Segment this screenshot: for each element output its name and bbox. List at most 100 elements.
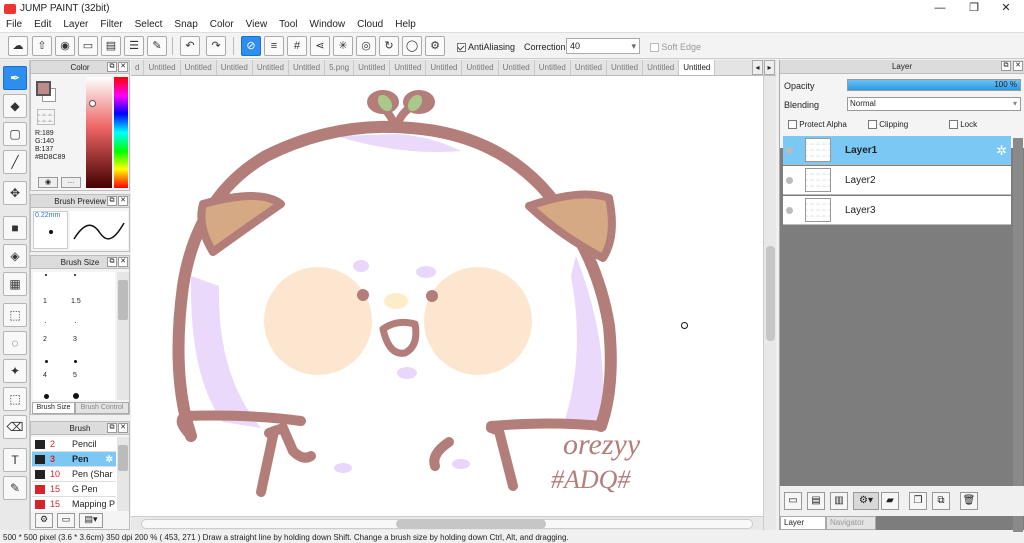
new-brush-icon[interactable]: ▭ <box>57 513 75 528</box>
menu-view[interactable]: View <box>240 19 274 30</box>
document-tab[interactable]: Untitled <box>462 60 499 75</box>
document-tab[interactable]: Untitled <box>571 60 607 75</box>
lasso-tool-icon[interactable]: ◌ <box>3 331 27 355</box>
menu-select[interactable]: Select <box>129 19 169 30</box>
size-option[interactable]: 3 <box>73 336 77 343</box>
tab-scroll-right-icon[interactable]: ▸ <box>764 60 775 75</box>
document-tab[interactable]: Untitled <box>499 60 535 75</box>
layer-scrollbar[interactable] <box>1013 138 1023 538</box>
layer-row[interactable]: Layer3 <box>783 196 1011 225</box>
menu-snap[interactable]: Snap <box>168 19 203 30</box>
document-tab[interactable]: Untitled <box>217 60 253 75</box>
brush-settings-icon[interactable]: ⚙ <box>35 513 53 528</box>
saturation-box[interactable] <box>86 77 112 188</box>
cloud-icon[interactable]: ☁ <box>8 36 28 56</box>
visibility-icon[interactable] <box>786 177 793 184</box>
size-option[interactable]: 1.5 <box>71 298 81 305</box>
main-color-swatch[interactable] <box>36 81 51 96</box>
new-folder-icon[interactable]: ▰ <box>881 492 899 510</box>
new-halftone-layer-icon[interactable]: ⚙▾ <box>853 492 879 510</box>
bucket-tool-icon[interactable]: ◈ <box>3 244 27 268</box>
page-list-icon[interactable]: ☰ <box>124 36 144 56</box>
tab-brush-size[interactable]: Brush Size <box>32 402 75 414</box>
document-tab[interactable]: Untitled <box>354 60 391 75</box>
eraser-tool-icon[interactable]: ◆ <box>3 94 27 118</box>
close-icon[interactable]: ✕ <box>118 257 128 267</box>
document-tab[interactable]: Untitled <box>390 60 427 75</box>
brush-item[interactable]: 2 Pencil <box>32 437 116 452</box>
snap-off-icon[interactable]: ⊘ <box>241 36 261 56</box>
redo-icon[interactable]: ↷ <box>206 36 226 56</box>
close-icon[interactable]: ✕ <box>118 196 128 206</box>
transparent-color-swatch[interactable] <box>37 109 55 125</box>
new-layer-8bit-icon[interactable]: ▤ <box>807 492 825 510</box>
speech-bubble-icon[interactable]: ◉ <box>55 36 75 56</box>
close-icon[interactable]: ✕ <box>118 62 128 72</box>
delete-layer-icon[interactable]: 🗑 <box>960 492 978 510</box>
new-layer-icon[interactable]: ▭ <box>784 492 802 510</box>
antialiasing-control[interactable]: AntiAliasing <box>457 42 515 53</box>
popout-icon[interactable]: ⧉ <box>107 423 117 433</box>
close-button[interactable]: ✕ <box>990 0 1022 17</box>
eyedropper-tool-icon[interactable]: ✎ <box>3 476 27 500</box>
move-tool-icon[interactable]: ✥ <box>3 181 27 205</box>
layer-row[interactable]: Layer1 ✲ <box>783 136 1011 165</box>
minimize-button[interactable]: — <box>924 0 956 17</box>
restore-button[interactable]: ❐ <box>958 0 990 17</box>
close-icon[interactable]: ✕ <box>1013 61 1023 71</box>
brush-item[interactable]: 3 Pen ✲ <box>32 452 116 467</box>
visibility-icon[interactable] <box>786 147 793 154</box>
document-tab[interactable]: Untitled <box>289 60 326 75</box>
tab-brush-control[interactable]: Brush Control <box>75 402 129 414</box>
soft-edge-control[interactable]: Soft Edge <box>650 42 701 53</box>
horizontal-scrollbar[interactable] <box>131 516 763 530</box>
correction-select[interactable]: 40 ▾ <box>566 38 640 54</box>
antialiasing-checkbox[interactable] <box>457 43 466 53</box>
blending-select[interactable]: Normal ▾ <box>847 97 1021 111</box>
popout-icon[interactable]: ⧉ <box>107 196 117 206</box>
vertical-scrollbar[interactable] <box>763 76 776 530</box>
menu-window[interactable]: Window <box>304 19 352 30</box>
comment-icon[interactable]: ▭ <box>78 36 98 56</box>
document-tab[interactable]: Untitled <box>607 60 644 75</box>
new-page-icon[interactable]: ▤ <box>101 36 121 56</box>
popout-icon[interactable]: ⧉ <box>107 62 117 72</box>
snap-curve-icon[interactable]: ↻ <box>379 36 399 56</box>
size-option[interactable]: 5 <box>73 372 77 379</box>
opacity-slider[interactable]: 100 % <box>847 79 1021 91</box>
size-option[interactable]: · <box>74 318 77 327</box>
menu-filter[interactable]: Filter <box>94 19 128 30</box>
pen-tool-icon[interactable]: ✒ <box>3 66 27 90</box>
size-option[interactable]: 2 <box>43 336 47 343</box>
select-eraser-icon[interactable]: ⌫ <box>3 415 27 439</box>
brush-item[interactable]: 15 G Pen <box>32 482 116 497</box>
soft-edge-checkbox[interactable] <box>650 43 659 53</box>
lock-control[interactable]: Lock <box>949 120 977 130</box>
menu-color[interactable]: Color <box>204 19 240 30</box>
gear-icon[interactable]: ✲ <box>996 143 1007 159</box>
hue-slider[interactable] <box>114 77 128 188</box>
menu-layer[interactable]: Layer <box>57 19 94 30</box>
snap-settings-icon[interactable]: ⚙ <box>425 36 445 56</box>
snap-grid-icon[interactable]: # <box>287 36 307 56</box>
size-option[interactable]: · <box>44 318 47 327</box>
shape-tool-icon[interactable]: ▢ <box>3 122 27 146</box>
popout-icon[interactable]: ⧉ <box>1001 61 1011 71</box>
brush-list-scrollbar[interactable] <box>117 437 129 511</box>
close-icon[interactable]: ✕ <box>118 423 128 433</box>
document-tab[interactable]: Untitled <box>426 60 463 75</box>
duplicate-layer-icon[interactable]: ❐ <box>909 492 927 510</box>
menu-cloud[interactable]: Cloud <box>351 19 389 30</box>
size-option[interactable]: 4 <box>43 372 47 379</box>
menu-tool[interactable]: Tool <box>273 19 303 30</box>
upload-icon[interactable]: ⇧ <box>32 36 52 56</box>
size-option[interactable]: 1 <box>43 298 47 305</box>
snap-vanish-icon[interactable]: ⋖ <box>310 36 330 56</box>
document-tab[interactable]: 5.png <box>325 60 355 75</box>
menu-file[interactable]: File <box>0 19 28 30</box>
line-tool-icon[interactable]: ╱ <box>3 150 27 174</box>
new-layer-1bit-icon[interactable]: ▥ <box>830 492 848 510</box>
document-tab[interactable]: Untitled <box>643 60 680 75</box>
gear-icon[interactable]: ✲ <box>105 452 113 467</box>
document-tab[interactable]: Untitled <box>535 60 571 75</box>
